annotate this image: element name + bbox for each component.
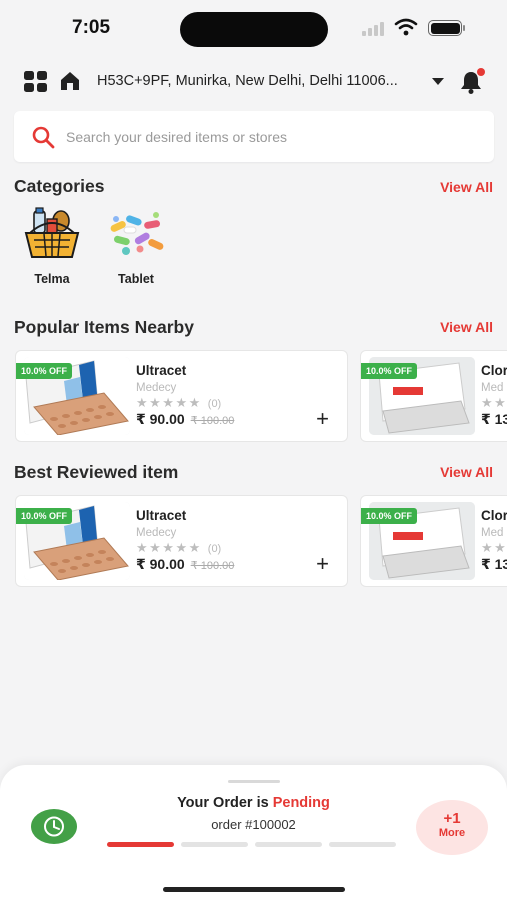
discount-badge: 10.0% OFF [16, 363, 73, 379]
product-store: Med [481, 382, 504, 394]
dynamic-island [180, 12, 328, 47]
current-price: ₹ 90.00 [136, 411, 185, 427]
search-input[interactable] [66, 111, 476, 162]
pills-icon [110, 212, 164, 255]
search-icon [32, 126, 55, 149]
product-name: Ultracet [136, 363, 187, 378]
rating-stars: ★★ [481, 395, 507, 410]
current-price: ₹ 90.00 [136, 556, 185, 572]
grocery-basket-icon [24, 207, 80, 258]
grid-menu-icon[interactable] [24, 71, 48, 93]
product-price: ₹ 13 [481, 411, 507, 428]
discount-badge: 10.0% OFF [16, 508, 73, 524]
progress-step [181, 842, 248, 847]
progress-step [329, 842, 396, 847]
home-indicator [163, 887, 345, 892]
product-card[interactable]: 10.0% OFF Ultracet Medecy ★★★★★ (0) ₹ 90.… [15, 495, 348, 587]
more-orders-button[interactable]: +1 More [416, 800, 488, 855]
popular-items-view-all-link[interactable]: View All [440, 319, 493, 335]
product-store: Med [481, 527, 504, 539]
product-name: Clor [481, 363, 507, 378]
app-header: H53C+9PF, Munirka, New Delhi, Delhi 1100… [0, 62, 507, 102]
order-status: Pending [272, 795, 330, 811]
status-bar: 7:05 [0, 0, 507, 58]
home-icon[interactable] [59, 70, 81, 92]
category-label: Telma [34, 272, 70, 286]
notification-dot [477, 68, 485, 76]
product-price: ₹ 90.00 ₹ 100.00 [136, 556, 234, 573]
more-count: +1 [443, 810, 461, 827]
category-item-telma[interactable]: Telma [16, 207, 88, 286]
rating-stars: ★★★★★ (0) [136, 540, 222, 555]
categories-view-all-link[interactable]: View All [440, 179, 493, 195]
signal-icon [362, 22, 384, 36]
discount-badge: 10.0% OFF [361, 363, 418, 379]
progress-step [107, 842, 174, 847]
rating-count: (0) [207, 398, 222, 410]
product-price: ₹ 13 [481, 556, 507, 573]
rating-stars: ★★★★★ (0) [136, 395, 222, 410]
discount-badge: 10.0% OFF [361, 508, 418, 524]
search-bar[interactable] [14, 111, 494, 162]
more-label: More [438, 827, 466, 839]
add-to-cart-button[interactable]: + [316, 408, 329, 430]
old-price: ₹ 100.00 [190, 560, 235, 572]
product-card[interactable]: 10.0% OFF Clor Med ★★ ₹ 13 [360, 350, 507, 442]
rating-count: (0) [207, 543, 222, 555]
order-status-sheet[interactable]: Your Order is Pending order #100002 +1 M… [0, 765, 507, 900]
categories-title: Categories [14, 176, 105, 196]
current-price: ₹ 13 [481, 411, 507, 427]
address-label[interactable]: H53C+9PF, Munirka, New Delhi, Delhi 1100… [97, 73, 417, 89]
popular-items-title: Popular Items Nearby [14, 317, 194, 337]
old-price: ₹ 100.00 [190, 415, 235, 427]
product-card[interactable]: 10.0% OFF Clor Med ★★ ₹ 13 [360, 495, 507, 587]
product-name: Ultracet [136, 508, 187, 523]
sheet-handle[interactable] [228, 780, 280, 783]
order-title-prefix: Your Order is [177, 795, 269, 811]
product-card[interactable]: 10.0% OFF Ultracet Medecy ★★★★★ (0) ₹ 90.… [15, 350, 348, 442]
current-price: ₹ 13 [481, 556, 507, 572]
progress-step [255, 842, 322, 847]
status-time: 7:05 [72, 17, 111, 38]
best-reviewed-title: Best Reviewed item [14, 462, 179, 482]
best-reviewed-view-all-link[interactable]: View All [440, 464, 493, 480]
product-price: ₹ 90.00 ₹ 100.00 [136, 411, 234, 428]
wifi-icon [394, 18, 418, 36]
product-store: Medecy [136, 527, 177, 539]
rating-stars: ★★ [481, 540, 507, 555]
product-name: Clor [481, 508, 507, 523]
chevron-down-icon[interactable] [432, 78, 444, 86]
product-store: Medecy [136, 382, 177, 394]
add-to-cart-button[interactable]: + [316, 553, 329, 575]
category-label: Tablet [118, 272, 154, 286]
battery-icon [428, 20, 465, 36]
category-item-tablet[interactable]: Tablet [100, 207, 172, 286]
